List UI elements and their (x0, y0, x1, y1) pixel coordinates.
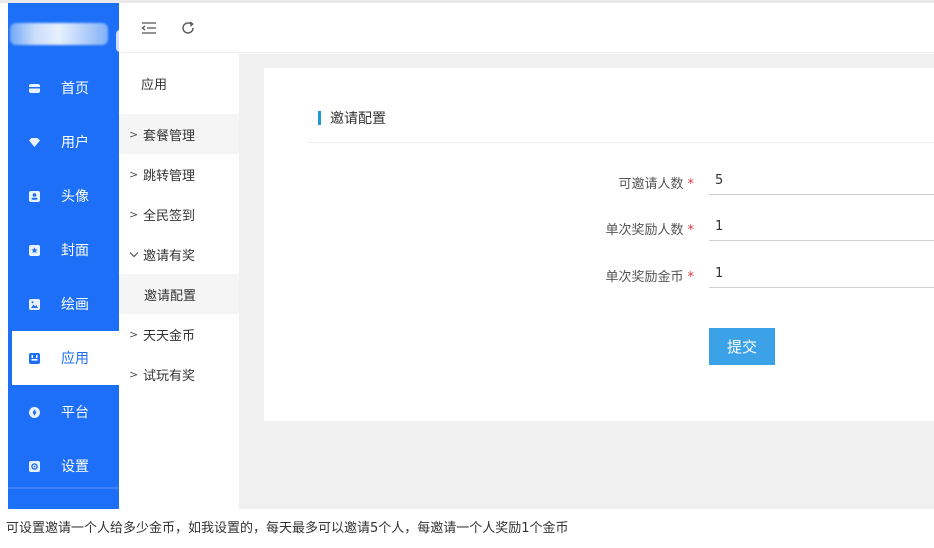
app-icon (28, 352, 41, 365)
sidebar-item-users[interactable]: 用户 (8, 115, 119, 169)
sidebar-item-label: 绘画 (61, 297, 89, 313)
reward-persons-input[interactable] (709, 213, 934, 241)
sidebar-item-label: 平台 (61, 405, 89, 421)
menu-collapse-icon[interactable] (138, 17, 160, 39)
submenu-item-label: 天天金币 (143, 328, 196, 344)
submenu-item-label: 邀请有奖 (143, 248, 196, 264)
sidebar-item-home[interactable]: 首页 (8, 61, 119, 115)
form-divider (308, 142, 934, 143)
submenu-item-invite-rewards[interactable]: 邀请有奖 (119, 234, 239, 274)
required-mark: * (687, 270, 695, 285)
submenu-title: 应用 (141, 78, 168, 93)
submenu-item-invite-config[interactable]: 邀请配置 (119, 274, 239, 314)
sidebar-item-apps[interactable]: 应用 (12, 331, 119, 385)
top-toolbar (119, 3, 934, 53)
form-row-reward-coins: 单次奖励金币 * (264, 260, 934, 288)
sidebar-item-label: 用户 (61, 135, 89, 151)
form-row-reward-persons: 单次奖励人数 * (264, 213, 934, 241)
diamond-icon (28, 136, 41, 149)
secondary-menu: 应用 > 套餐管理 > 跳转管理 > 全民签到 邀请有奖 邀请配置 > 天天金币… (119, 54, 239, 509)
submenu-item-daily-coins[interactable]: > 天天金币 (119, 314, 239, 354)
field-label: 单次奖励人数 * (605, 223, 695, 238)
sidebar-item-label: 头像 (61, 189, 89, 205)
submenu-item-trial-rewards[interactable]: > 试玩有奖 (119, 354, 239, 394)
submit-button[interactable]: 提交 (709, 328, 775, 365)
submenu-item-packages[interactable]: > 套餐管理 (119, 114, 239, 154)
submenu-item-label: 跳转管理 (143, 168, 196, 184)
sidebar-item-painting[interactable]: 绘画 (8, 277, 119, 331)
submenu-item-label: 套餐管理 (143, 128, 196, 144)
home-icon (28, 82, 41, 95)
submenu-item-label: 试玩有奖 (143, 368, 196, 384)
refresh-icon[interactable] (177, 17, 199, 39)
chevron-right-icon: > (129, 207, 139, 221)
sidebar-item-cover[interactable]: 封面 (8, 223, 119, 277)
field-label: 单次奖励金币 * (605, 270, 695, 285)
sidebar-item-label: 封面 (61, 243, 89, 259)
screenshot: 首页 用户 头像 封面 绘画 应用 平台 设置 应用 > 套餐管理 > 跳转管理… (0, 0, 934, 548)
form-row-invite-count: 可邀请人数 * (264, 167, 934, 195)
sidebar-item-platform[interactable]: 平台 (8, 385, 119, 439)
sidebar-item-settings[interactable]: 设置 (8, 439, 119, 493)
sidebar-item-label: 应用 (61, 351, 89, 367)
caption-text: 可设置邀请一个人给多少金币，如我设置的，每天最多可以邀请5个人，每邀请一个人奖励… (6, 521, 569, 536)
settings-icon (28, 460, 41, 473)
submenu-item-label: 邀请配置 (144, 288, 197, 304)
sidebar-item-label: 设置 (61, 459, 89, 475)
sidebar-item-avatar[interactable]: 头像 (8, 169, 119, 223)
title-accent-bar (318, 111, 321, 125)
chevron-right-icon: > (129, 127, 139, 141)
invite-count-input[interactable] (709, 167, 934, 195)
submenu-item-label: 全民签到 (143, 208, 196, 224)
chevron-right-icon: > (129, 327, 139, 341)
submenu-item-checkin[interactable]: > 全民签到 (119, 194, 239, 234)
submenu-item-redirect[interactable]: > 跳转管理 (119, 154, 239, 194)
main-sidebar: 首页 用户 头像 封面 绘画 应用 平台 设置 (8, 3, 119, 509)
form-card: 邀请配置 可邀请人数* 单次奖励人数* 单次奖励金币* 提交 (264, 68, 934, 421)
chevron-down-icon (129, 248, 141, 261)
field-label: 可邀请人数 * (618, 177, 695, 192)
sidebar-divider (8, 487, 119, 489)
portrait-icon (28, 190, 41, 203)
sidebar-menu: 首页 用户 头像 封面 绘画 应用 平台 设置 (8, 61, 119, 493)
chevron-right-icon: > (129, 167, 139, 181)
image-icon (28, 298, 41, 311)
required-mark: * (687, 223, 695, 238)
required-mark: * (687, 177, 695, 192)
form-title-text: 邀请配置 (330, 111, 386, 127)
reward-coins-input[interactable] (709, 260, 934, 288)
form-title: 邀请配置 (318, 109, 386, 127)
star-box-icon (28, 244, 41, 257)
chevron-right-icon: > (129, 367, 139, 381)
compass-icon (28, 406, 41, 419)
sidebar-item-label: 首页 (61, 81, 89, 97)
